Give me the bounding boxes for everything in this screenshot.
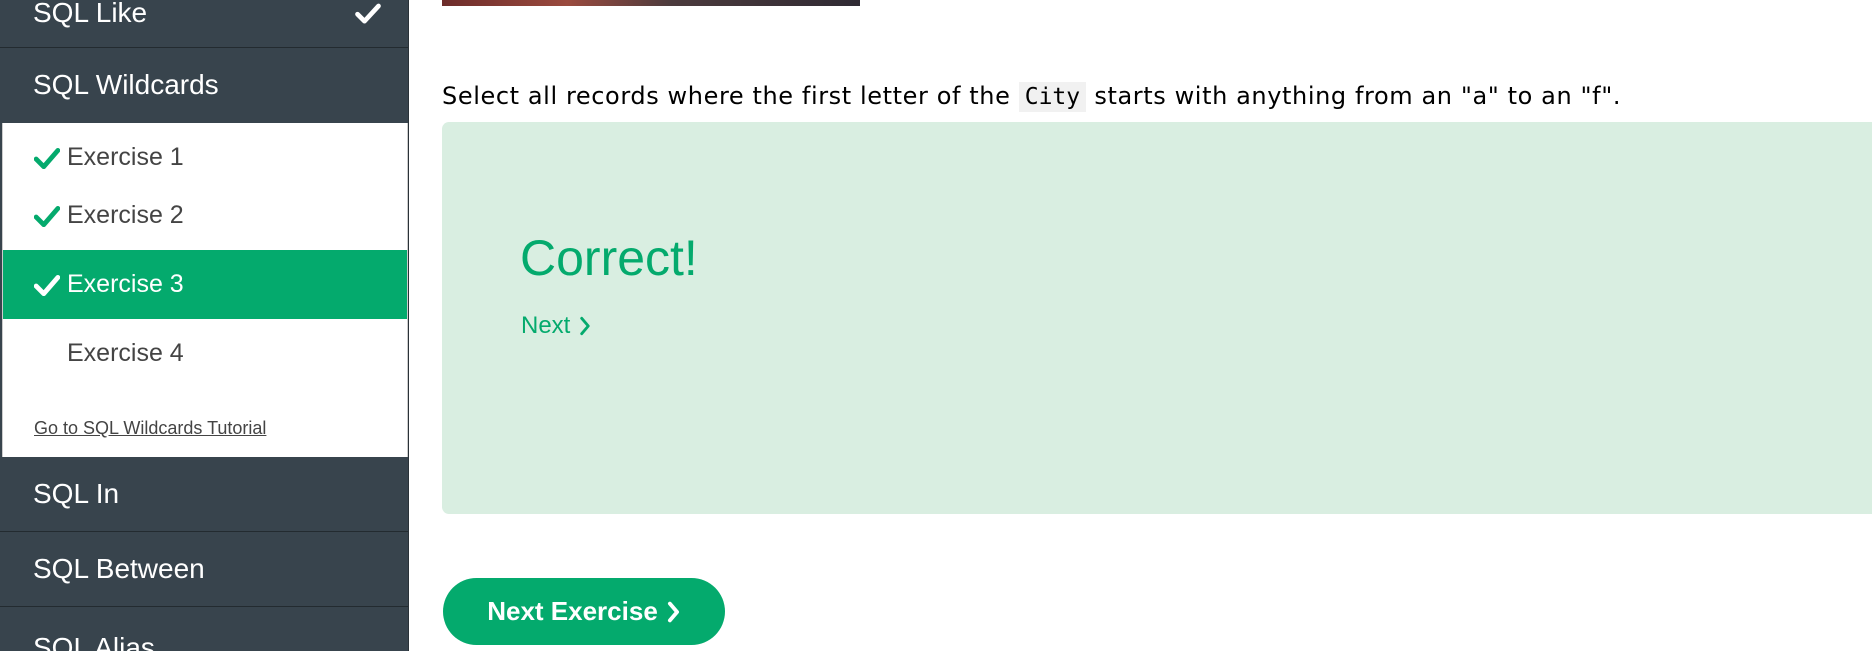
tutorial-link[interactable]: Go to SQL Wildcards Tutorial: [34, 418, 266, 439]
next-exercise-label: Next Exercise: [487, 596, 658, 626]
check-icon: [34, 205, 60, 227]
exercise-image: [442, 0, 860, 6]
sidebar-section-sql-in[interactable]: SQL In: [0, 457, 408, 532]
next-link-label: Next: [521, 312, 571, 339]
chevron-right-icon: [667, 601, 679, 622]
exercise-sidebar: SQL Like SQL Wildcards Exercise 1 Exerci…: [0, 0, 409, 651]
sidebar-section-sql-alias[interactable]: SQL Alias: [0, 607, 408, 651]
sidebar-section-sql-between[interactable]: SQL Between: [0, 532, 408, 607]
sidebar-section-label: SQL Like: [33, 0, 148, 28]
exercise-label: Exercise 3: [67, 270, 184, 298]
sidebar-section-label: SQL Alias: [33, 632, 155, 651]
sidebar-item-exercise-3[interactable]: Exercise 3: [3, 250, 407, 319]
result-panel: Correct! Next: [442, 122, 1872, 514]
exercise-label: Exercise 1: [67, 143, 184, 171]
check-icon: [34, 274, 60, 296]
exercise-list: Exercise 1 Exercise 2 Exercise 3 Exercis…: [2, 123, 408, 457]
exercise-label: Exercise 4: [67, 339, 184, 367]
exercise-label: Exercise 2: [67, 201, 184, 229]
exercise-instruction: Select all records where the first lette…: [442, 82, 1822, 112]
sidebar-section-label: SQL In: [33, 478, 120, 509]
check-icon: [355, 3, 381, 23]
sidebar-section-label: SQL Between: [33, 553, 205, 584]
next-exercise-button[interactable]: Next Exercise: [443, 578, 725, 645]
sidebar-section-sql-like[interactable]: SQL Like: [0, 0, 408, 48]
instruction-text-after: starts with anything from an "a" to an "…: [1086, 82, 1622, 110]
check-icon: [34, 147, 60, 169]
correct-title: Correct!: [520, 230, 698, 286]
instruction-text-before: Select all records where the first lette…: [442, 82, 1019, 110]
sidebar-section-label: SQL Wildcards: [33, 69, 219, 100]
sidebar-item-exercise-2[interactable]: Exercise 2: [3, 181, 407, 250]
sidebar-item-exercise-4[interactable]: Exercise 4: [3, 319, 407, 388]
sidebar-section-sql-wildcards[interactable]: SQL Wildcards: [0, 48, 408, 122]
instruction-code: City: [1018, 82, 1087, 112]
next-link[interactable]: Next: [521, 312, 592, 340]
chevron-right-icon: [580, 316, 591, 336]
